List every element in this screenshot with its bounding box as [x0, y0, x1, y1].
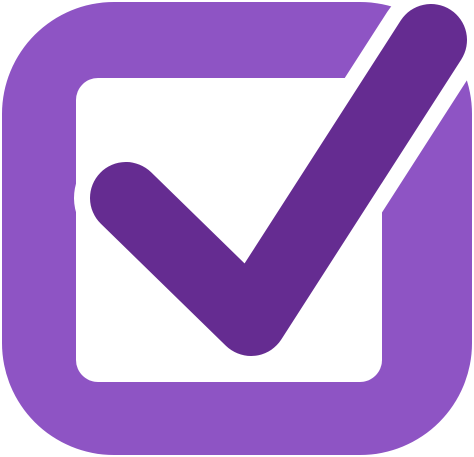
checkbox-icon-canvas — [0, 0, 474, 457]
checkbox-checked-icon — [2, 0, 474, 455]
